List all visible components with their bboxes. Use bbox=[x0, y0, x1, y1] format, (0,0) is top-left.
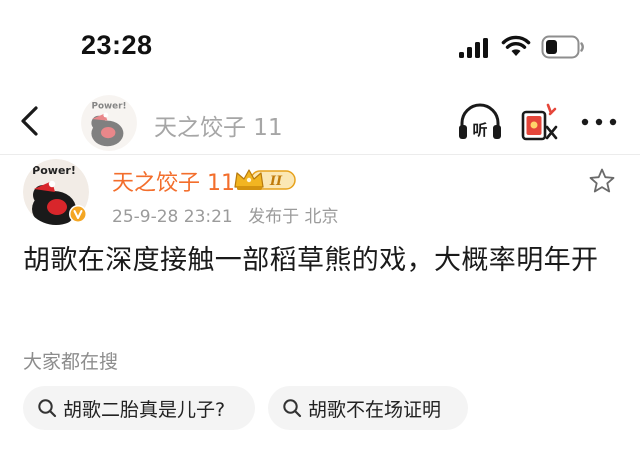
nav-avatar[interactable]: Power! bbox=[81, 95, 137, 151]
level-badge-text: II bbox=[269, 174, 283, 189]
search-chip[interactable]: 胡歌不在场证明 bbox=[268, 386, 468, 430]
post-meta: 25-9-28 23:21 发布于 北京 bbox=[112, 202, 339, 227]
red-envelope-icon[interactable] bbox=[520, 102, 560, 142]
avatar-badge-text: Power! bbox=[92, 102, 127, 112]
search-chip[interactable]: 胡歌二胎真是儿子? bbox=[23, 386, 255, 430]
nav-divider bbox=[0, 154, 640, 155]
search-chip-label: 胡歌不在场证明 bbox=[308, 398, 442, 421]
post-date: 25-9-28 23:21 bbox=[112, 207, 233, 227]
nav-author-name[interactable]: 天之饺子 11 bbox=[154, 108, 283, 142]
more-icon[interactable] bbox=[578, 110, 622, 134]
battery-icon bbox=[541, 35, 584, 59]
signal-icon bbox=[459, 38, 488, 58]
favorite-star-icon[interactable] bbox=[588, 167, 616, 195]
wifi-icon bbox=[501, 35, 531, 56]
search-icon bbox=[38, 399, 57, 418]
status-time: 23:28 bbox=[81, 30, 153, 60]
search-icon bbox=[283, 399, 302, 418]
status-bar: 23:28 bbox=[0, 0, 640, 92]
crown-level-badge-icon: II bbox=[234, 169, 296, 190]
post-author-name[interactable]: 天之饺子 11 bbox=[112, 165, 235, 197]
avatar-badge-text: Power! bbox=[32, 164, 76, 177]
back-button[interactable] bbox=[14, 104, 48, 138]
post-author-avatar[interactable]: Power! bbox=[21, 157, 91, 227]
post-body-text: 胡歌在深度接触一部稻草熊的戏，大概率明年开 bbox=[23, 245, 599, 276]
listen-label: 听 bbox=[472, 121, 487, 139]
post-location: 发布于 北京 bbox=[248, 207, 339, 227]
trending-search-title: 大家都在搜 bbox=[23, 351, 119, 373]
avatar-image: Power! bbox=[81, 95, 137, 151]
headphone-listen-icon[interactable]: 听 bbox=[457, 103, 503, 141]
search-chip-label: 胡歌二胎真是儿子? bbox=[63, 398, 226, 421]
